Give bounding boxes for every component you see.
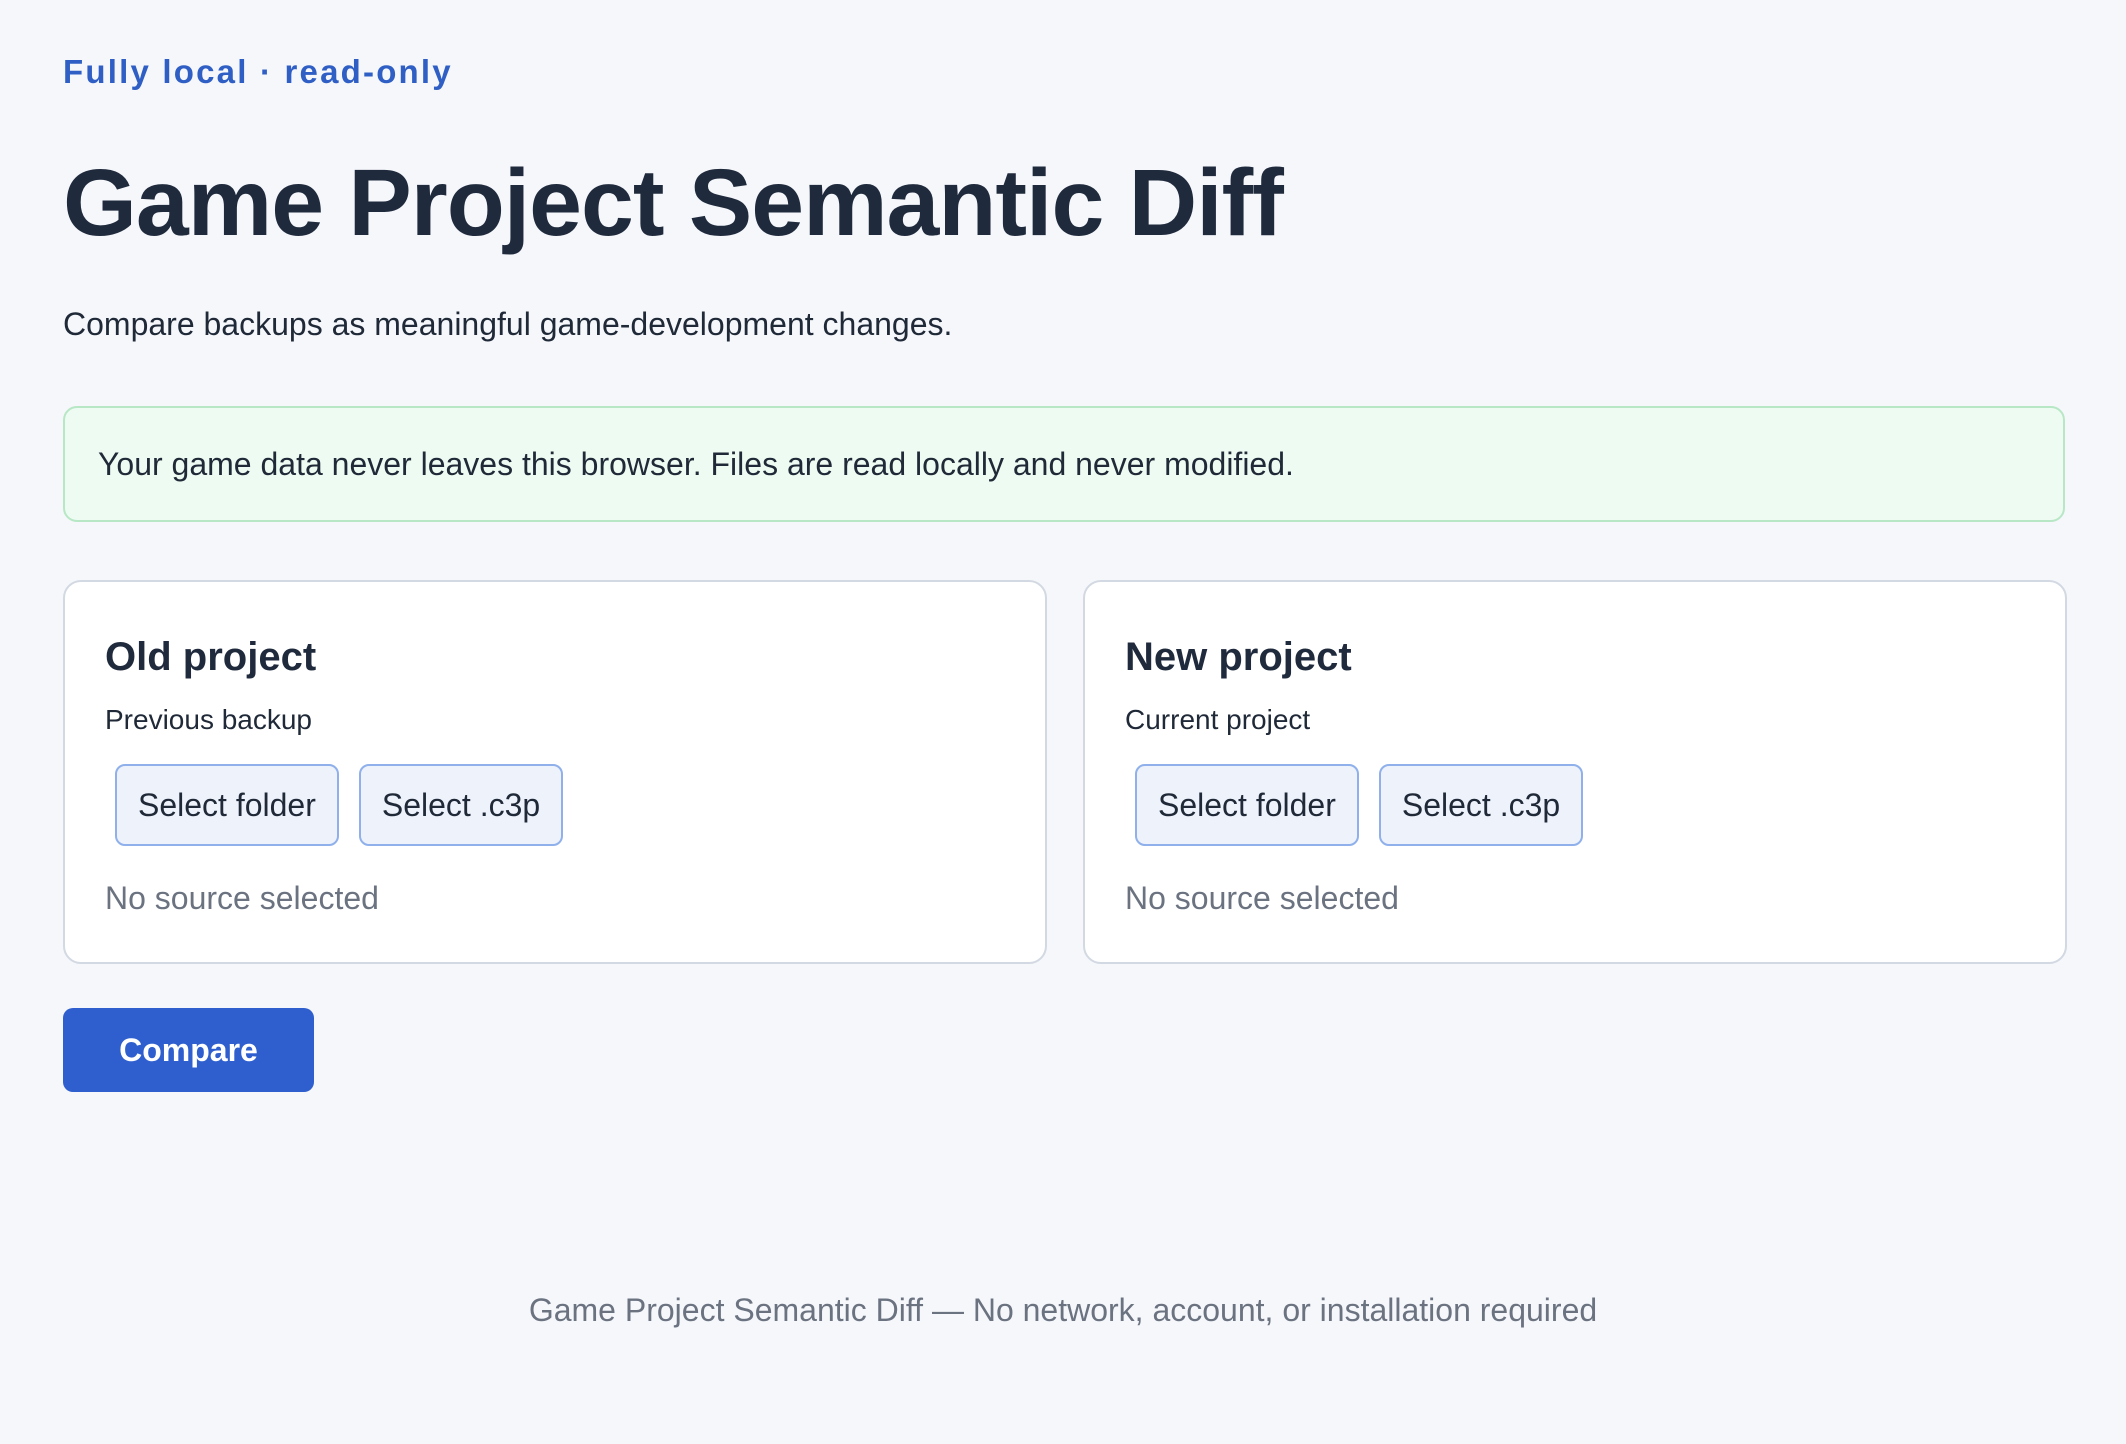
page-subtitle: Compare backups as meaningful game-devel… <box>63 306 953 342</box>
footer-text: Game Project Semantic Diff — No network,… <box>528 1292 1598 1328</box>
old-project-card: Old project Previous backup Select folde… <box>63 580 1047 964</box>
old-project-status: No source selected <box>105 880 379 916</box>
page-title: Game Project Semantic Diff <box>63 150 1284 256</box>
privacy-eyebrow: Fully local · read-only <box>63 53 453 90</box>
new-select-c3p-button[interactable]: Select .c3p <box>1378 764 1584 846</box>
new-project-title: New project <box>1125 635 1352 679</box>
new-project-subtitle: Current project <box>1125 704 1311 735</box>
new-project-status: No source selected <box>1125 880 1399 916</box>
new-select-folder-button[interactable]: Select folder <box>1135 764 1359 846</box>
compare-button[interactable]: Compare <box>63 1008 314 1092</box>
old-project-subtitle: Previous backup <box>105 704 313 735</box>
new-project-actions: Select folder Select .c3p <box>1135 764 1584 846</box>
old-select-folder-button[interactable]: Select folder <box>115 764 339 846</box>
old-project-title: Old project <box>105 635 317 679</box>
old-project-actions: Select folder Select .c3p <box>115 764 564 846</box>
old-select-c3p-button[interactable]: Select .c3p <box>358 764 564 846</box>
privacy-notice-text: Your game data never leaves this browser… <box>98 445 1294 482</box>
privacy-notice: Your game data never leaves this browser… <box>63 406 2065 522</box>
new-project-card: New project Current project Select folde… <box>1083 580 2067 964</box>
